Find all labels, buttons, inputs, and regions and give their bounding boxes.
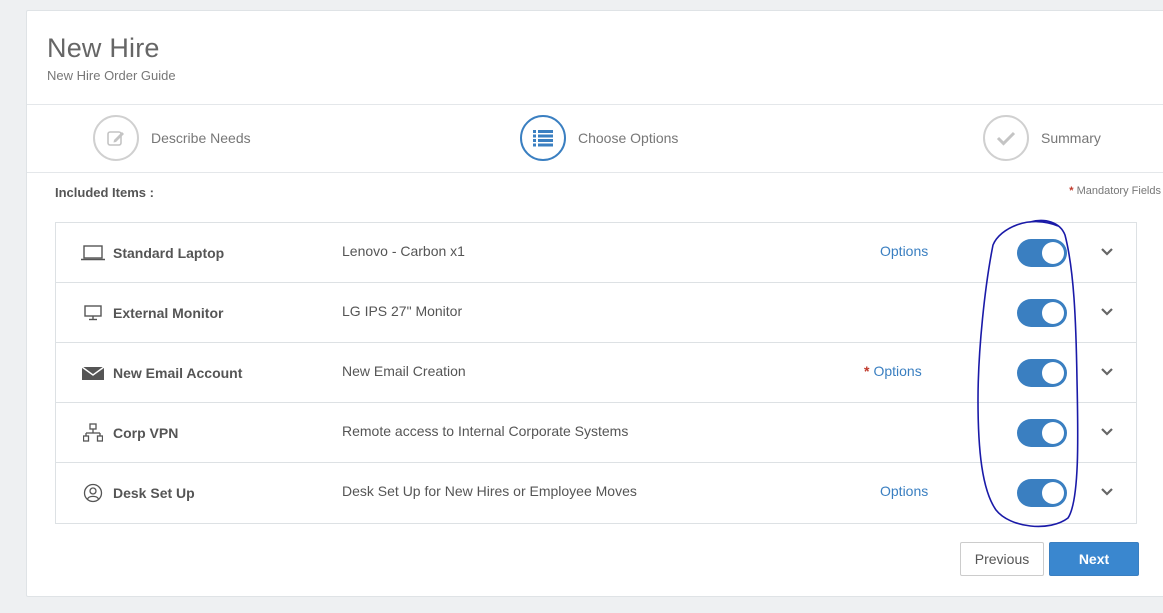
item-toggle[interactable] [1017,299,1067,327]
mandatory-fields-note: * Mandatory Fields [1069,185,1161,197]
step-choose-options[interactable]: Choose Options [520,115,678,161]
item-description: Desk Set Up for New Hires or Employee Mo… [342,483,637,499]
page-title: New Hire [47,33,160,63]
item-name: Corp VPN [113,424,179,441]
list-item: Desk Set Up Desk Set Up for New Hires or… [56,463,1136,523]
step-label: Describe Needs [151,130,251,146]
item-toggle[interactable] [1017,419,1067,447]
wizard-stepper: Describe Needs Choose Options Summary [27,105,1163,173]
network-icon [80,422,106,443]
previous-button[interactable]: Previous [960,542,1044,576]
item-description: LG IPS 27" Monitor [342,303,463,319]
edit-icon [93,115,139,161]
list-icon [520,115,566,161]
options-link[interactable] [876,303,880,319]
step-describe-needs[interactable]: Describe Needs [93,115,251,161]
laptop-icon [80,243,106,263]
item-description: Lenovo - Carbon x1 [342,243,465,259]
item-description: Remote access to Internal Corporate Syst… [342,423,629,439]
user-icon [80,483,106,503]
item-name: External Monitor [113,304,224,321]
list-item: Standard Laptop Lenovo - Carbon x1 Optio… [56,223,1136,283]
item-description: New Email Creation [342,363,466,379]
step-label: Summary [1041,130,1101,146]
next-button[interactable]: Next [1049,542,1139,576]
list-item: External Monitor LG IPS 27" Monitor [56,283,1136,343]
options-link[interactable]: * Options [864,363,922,379]
items-list: Standard Laptop Lenovo - Carbon x1 Optio… [55,222,1137,524]
page-header: New Hire New Hire Order Guide [27,11,1163,105]
mandatory-fields-text: Mandatory Fields [1076,185,1161,197]
included-items-label: Included Items : [55,185,154,200]
item-name: Standard Laptop [113,244,225,261]
included-items-section: Included Items : * Mandatory Fields [27,173,1163,200]
monitor-icon [80,303,106,323]
options-link[interactable] [876,423,880,439]
chevron-down-icon[interactable] [1100,485,1114,499]
list-item: New Email Account New Email Creation * Op… [56,343,1136,403]
new-hire-card: New Hire New Hire Order Guide Describe N… [26,10,1163,597]
options-link[interactable]: Options [876,483,928,499]
step-label: Choose Options [578,130,679,146]
item-toggle[interactable] [1017,239,1067,267]
required-star: * [1069,185,1074,197]
item-toggle[interactable] [1017,479,1067,507]
chevron-down-icon[interactable] [1100,305,1114,319]
chevron-down-icon[interactable] [1100,425,1114,439]
options-link[interactable]: Options [876,243,928,259]
chevron-down-icon[interactable] [1100,245,1114,259]
page-subtitle: New Hire Order Guide [47,68,176,83]
check-icon [983,115,1029,161]
email-icon [80,363,106,383]
chevron-down-icon[interactable] [1100,365,1114,379]
item-toggle[interactable] [1017,359,1067,387]
step-summary[interactable]: Summary [983,115,1101,161]
item-name: New Email Account [113,364,243,381]
item-name: Desk Set Up [113,485,195,501]
list-item: Corp VPN Remote access to Internal Corpo… [56,403,1136,463]
